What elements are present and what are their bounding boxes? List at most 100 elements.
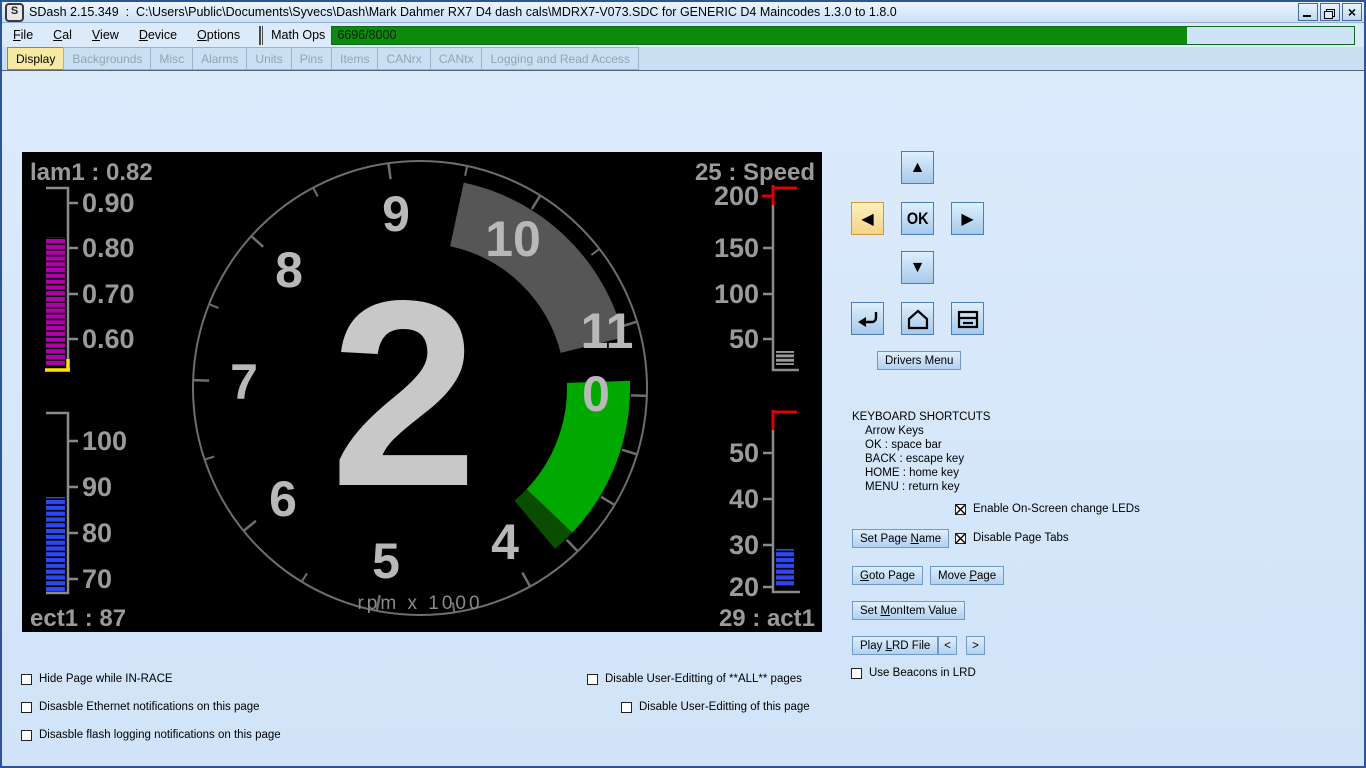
lrd-next-button[interactable]: >	[966, 636, 985, 655]
speed-tick-label: 150	[714, 233, 759, 263]
play-lrd-file-button[interactable]: Play LRD File	[852, 636, 938, 655]
hide-page-inrace-label: Hide Page while IN-RACE	[39, 673, 173, 685]
tab-pins[interactable]: Pins	[291, 47, 331, 70]
menu-cal[interactable]: Cal	[44, 25, 81, 45]
disable-page-tabs-row: Disable Page Tabs	[955, 532, 1069, 544]
disable-editing-all-label: Disable User-Editting of **ALL** pages	[605, 673, 802, 685]
tab-cantx[interactable]: CANtx	[430, 47, 482, 70]
lam1-tick-label: 0.90	[82, 188, 135, 218]
tab-items[interactable]: Items	[331, 47, 377, 70]
speed-ticks	[763, 248, 773, 339]
tab-logging-read-access[interactable]: Logging and Read Access	[481, 47, 638, 70]
svg-text:4: 4	[491, 514, 519, 570]
set-page-name-button[interactable]: Set Page Name	[852, 529, 949, 548]
disable-editing-page-row: Disable User-Editting of this page	[621, 701, 810, 713]
close-button[interactable]: ×	[1342, 3, 1362, 21]
menu-view[interactable]: View	[83, 25, 128, 45]
act1-tick-label: 50	[729, 438, 759, 468]
back-arrow-icon	[855, 306, 881, 332]
ect1-tick-label: 70	[82, 564, 112, 594]
act1-gauge-title: 29 : act1	[719, 605, 815, 632]
hide-page-inrace-checkbox[interactable]	[21, 674, 32, 685]
disable-ethernet-checkbox[interactable]	[21, 702, 32, 713]
math-ops-progress-fill	[332, 27, 1187, 44]
tab-units[interactable]: Units	[246, 47, 290, 70]
ect1-tick-label: 100	[82, 426, 127, 456]
minimize-button[interactable]	[1298, 3, 1318, 21]
ect1-bar	[46, 497, 65, 592]
nav-back-button[interactable]	[851, 302, 884, 335]
tab-bar: Display Backgrounds Misc Alarms Units Pi…	[2, 47, 1364, 71]
triangle-left-icon: ◀	[861, 209, 873, 229]
goto-page-button[interactable]: Goto Page	[852, 566, 923, 585]
disable-page-tabs-label: Disable Page Tabs	[973, 532, 1069, 544]
triangle-down-icon: ▼	[910, 259, 926, 277]
disable-flash-logging-row: Disasble flash logging notifications on …	[21, 729, 281, 741]
menu-file[interactable]: File	[4, 25, 42, 45]
enable-onscreen-leds-checkbox[interactable]	[955, 504, 966, 515]
lam1-gauge: lam1 : 0.82 0.90 0.80 0.70 0.60	[30, 159, 153, 370]
rpm-unit-label: rpm x 1000	[357, 593, 482, 614]
use-beacons-checkbox[interactable]	[851, 668, 862, 679]
nav-ok-button[interactable]: OK	[901, 202, 934, 235]
lrd-prev-button[interactable]: <	[938, 636, 957, 655]
act1-gauge: 50 40 30 20 29 : act1	[719, 410, 815, 632]
ect1-tick-label: 80	[82, 518, 112, 548]
lam1-ticks	[68, 203, 78, 339]
move-page-button[interactable]: Move Page	[930, 566, 1004, 585]
lam1-gauge-title: lam1 : 0.82	[30, 159, 153, 186]
toolbar-separator	[259, 26, 263, 45]
disable-page-tabs-checkbox[interactable]	[955, 533, 966, 544]
svg-text:8: 8	[275, 242, 303, 298]
disable-flash-logging-checkbox[interactable]	[21, 730, 32, 741]
nav-menu-button[interactable]	[951, 302, 984, 335]
home-icon	[905, 306, 931, 332]
ect1-gauge-title: ect1 : 87	[30, 605, 126, 632]
svg-text:9: 9	[382, 186, 410, 242]
tab-backgrounds[interactable]: Backgrounds	[63, 47, 150, 70]
svg-text:11: 11	[581, 303, 634, 359]
nav-home-button[interactable]	[901, 302, 934, 335]
tab-alarms[interactable]: Alarms	[192, 47, 246, 70]
menu-bar: File Cal View Device Options Math Ops 66…	[2, 23, 1364, 47]
tab-display[interactable]: Display	[7, 47, 63, 70]
dash-preview-panel[interactable]: lam1 : 0.82 0.90 0.80 0.70 0.60 100 90 8…	[22, 152, 822, 632]
use-beacons-label: Use Beacons in LRD	[869, 667, 976, 679]
menu-options[interactable]: Options	[188, 25, 249, 45]
act1-max-marker	[772, 410, 797, 430]
lam1-bar	[46, 237, 65, 365]
speed-max-marker	[762, 185, 797, 205]
disable-editing-page-checkbox[interactable]	[621, 702, 632, 713]
disable-flash-logging-label: Disasble flash logging notifications on …	[39, 729, 281, 741]
ect1-tick-label: 90	[82, 472, 112, 502]
menu-list-icon	[955, 306, 981, 332]
tab-canrx[interactable]: CANrx	[377, 47, 429, 70]
dash-canvas: lam1 : 0.82 0.90 0.80 0.70 0.60 100 90 8…	[22, 152, 822, 632]
svg-text:0: 0	[582, 366, 610, 422]
act1-tick-label: 30	[729, 530, 759, 560]
nav-right-button[interactable]: ▶	[951, 202, 984, 235]
disable-ethernet-label: Disasble Ethernet notifications on this …	[39, 701, 260, 713]
drivers-menu-button[interactable]: Drivers Menu	[877, 351, 961, 370]
hide-page-inrace-row: Hide Page while IN-RACE	[21, 673, 173, 685]
act1-ticks	[763, 453, 773, 587]
gear-indicator: 2	[330, 246, 477, 542]
tab-misc[interactable]: Misc	[150, 47, 192, 70]
svg-text:10: 10	[485, 211, 541, 267]
speed-gauge: 25 : Speed 200 150 100 50	[695, 159, 815, 370]
restore-button[interactable]	[1320, 3, 1340, 21]
act1-tick-label: 20	[729, 572, 759, 602]
enable-onscreen-leds-label: Enable On-Screen change LEDs	[973, 503, 1140, 515]
nav-up-button[interactable]: ▲	[901, 151, 934, 184]
set-monitem-value-button[interactable]: Set MonItem Value	[852, 601, 965, 620]
ect1-gauge: 100 90 80 70 ect1 : 87	[30, 413, 127, 632]
speed-tick-label: 50	[729, 324, 759, 354]
disable-editing-all-checkbox[interactable]	[587, 674, 598, 685]
math-ops-label: Math Ops	[271, 28, 325, 42]
menu-device[interactable]: Device	[130, 25, 186, 45]
use-beacons-row: Use Beacons in LRD	[851, 667, 976, 679]
disable-editing-all-row: Disable User-Editting of **ALL** pages	[587, 673, 802, 685]
nav-left-button[interactable]: ◀	[851, 202, 884, 235]
nav-down-button[interactable]: ▼	[901, 251, 934, 284]
speed-tick-label: 200	[714, 181, 759, 211]
